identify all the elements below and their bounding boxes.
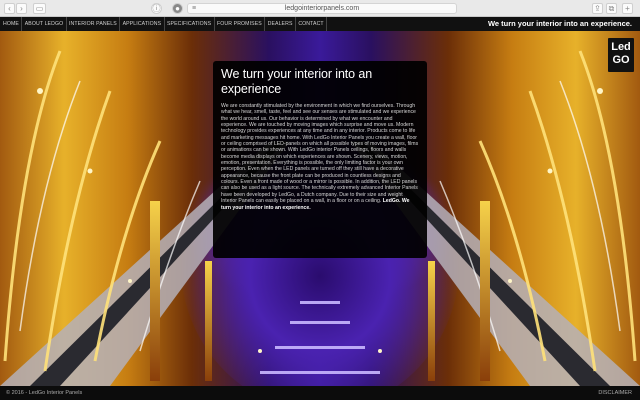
disclaimer-link[interactable]: DISCLAIMER: [598, 386, 632, 400]
browser-toolbar: ‹ › ▭ ⓘ ● ≡ ledgointeriorpanels.com ⇪ ⧉ …: [0, 0, 640, 17]
nav-item-dealers[interactable]: DEALERS: [265, 17, 296, 31]
logo-line-2: GO: [612, 54, 630, 66]
new-tab-icon[interactable]: +: [622, 3, 633, 14]
nav-item-specifications[interactable]: SPECIFICATIONS: [165, 17, 215, 31]
extension-icon[interactable]: ●: [172, 3, 183, 14]
ledgo-logo[interactable]: Led GO: [608, 38, 634, 72]
nav-item-contact[interactable]: CONTACT: [296, 17, 328, 31]
url-text: ledgointeriorpanels.com: [284, 5, 360, 12]
menu-lines-icon: ≡: [192, 5, 197, 12]
sidebar-icon[interactable]: ▭: [33, 3, 46, 14]
copyright-text: © 2016 - LedGo Interior Panels: [6, 390, 83, 396]
intro-panel: We turn your interior into an experience…: [213, 61, 427, 258]
nav-item-about[interactable]: ABOUT LEDGO: [22, 17, 67, 31]
nav-item-home[interactable]: HOME: [0, 17, 23, 31]
nav-item-applications[interactable]: APPLICATIONS: [120, 17, 165, 31]
panel-body: We are constantly stimulated by the envi…: [221, 103, 420, 211]
nav-item-interior-panels[interactable]: INTERIOR PANELS: [67, 17, 121, 31]
header-tagline: We turn your interior into an experience…: [487, 19, 632, 28]
panel-title: We turn your interior into an experience: [221, 67, 373, 96]
nav-item-four-promises[interactable]: FOUR PROMISES: [215, 17, 266, 31]
site-footer: © 2016 - LedGo Interior Panels DISCLAIME…: [0, 386, 640, 400]
privacy-icon[interactable]: ⓘ: [151, 3, 162, 14]
share-icon[interactable]: ⇪: [592, 3, 603, 14]
address-bar[interactable]: ≡ ledgointeriorpanels.com: [187, 3, 457, 14]
logo-line-1: Led: [611, 41, 631, 53]
tabs-icon[interactable]: ⧉: [606, 3, 617, 14]
forward-button[interactable]: ›: [16, 3, 27, 14]
site-nav: HOME ABOUT LEDGO INTERIOR PANELS APPLICA…: [0, 17, 640, 31]
panel-body-text: We are constantly stimulated by the envi…: [221, 103, 419, 205]
back-button[interactable]: ‹: [4, 3, 15, 14]
